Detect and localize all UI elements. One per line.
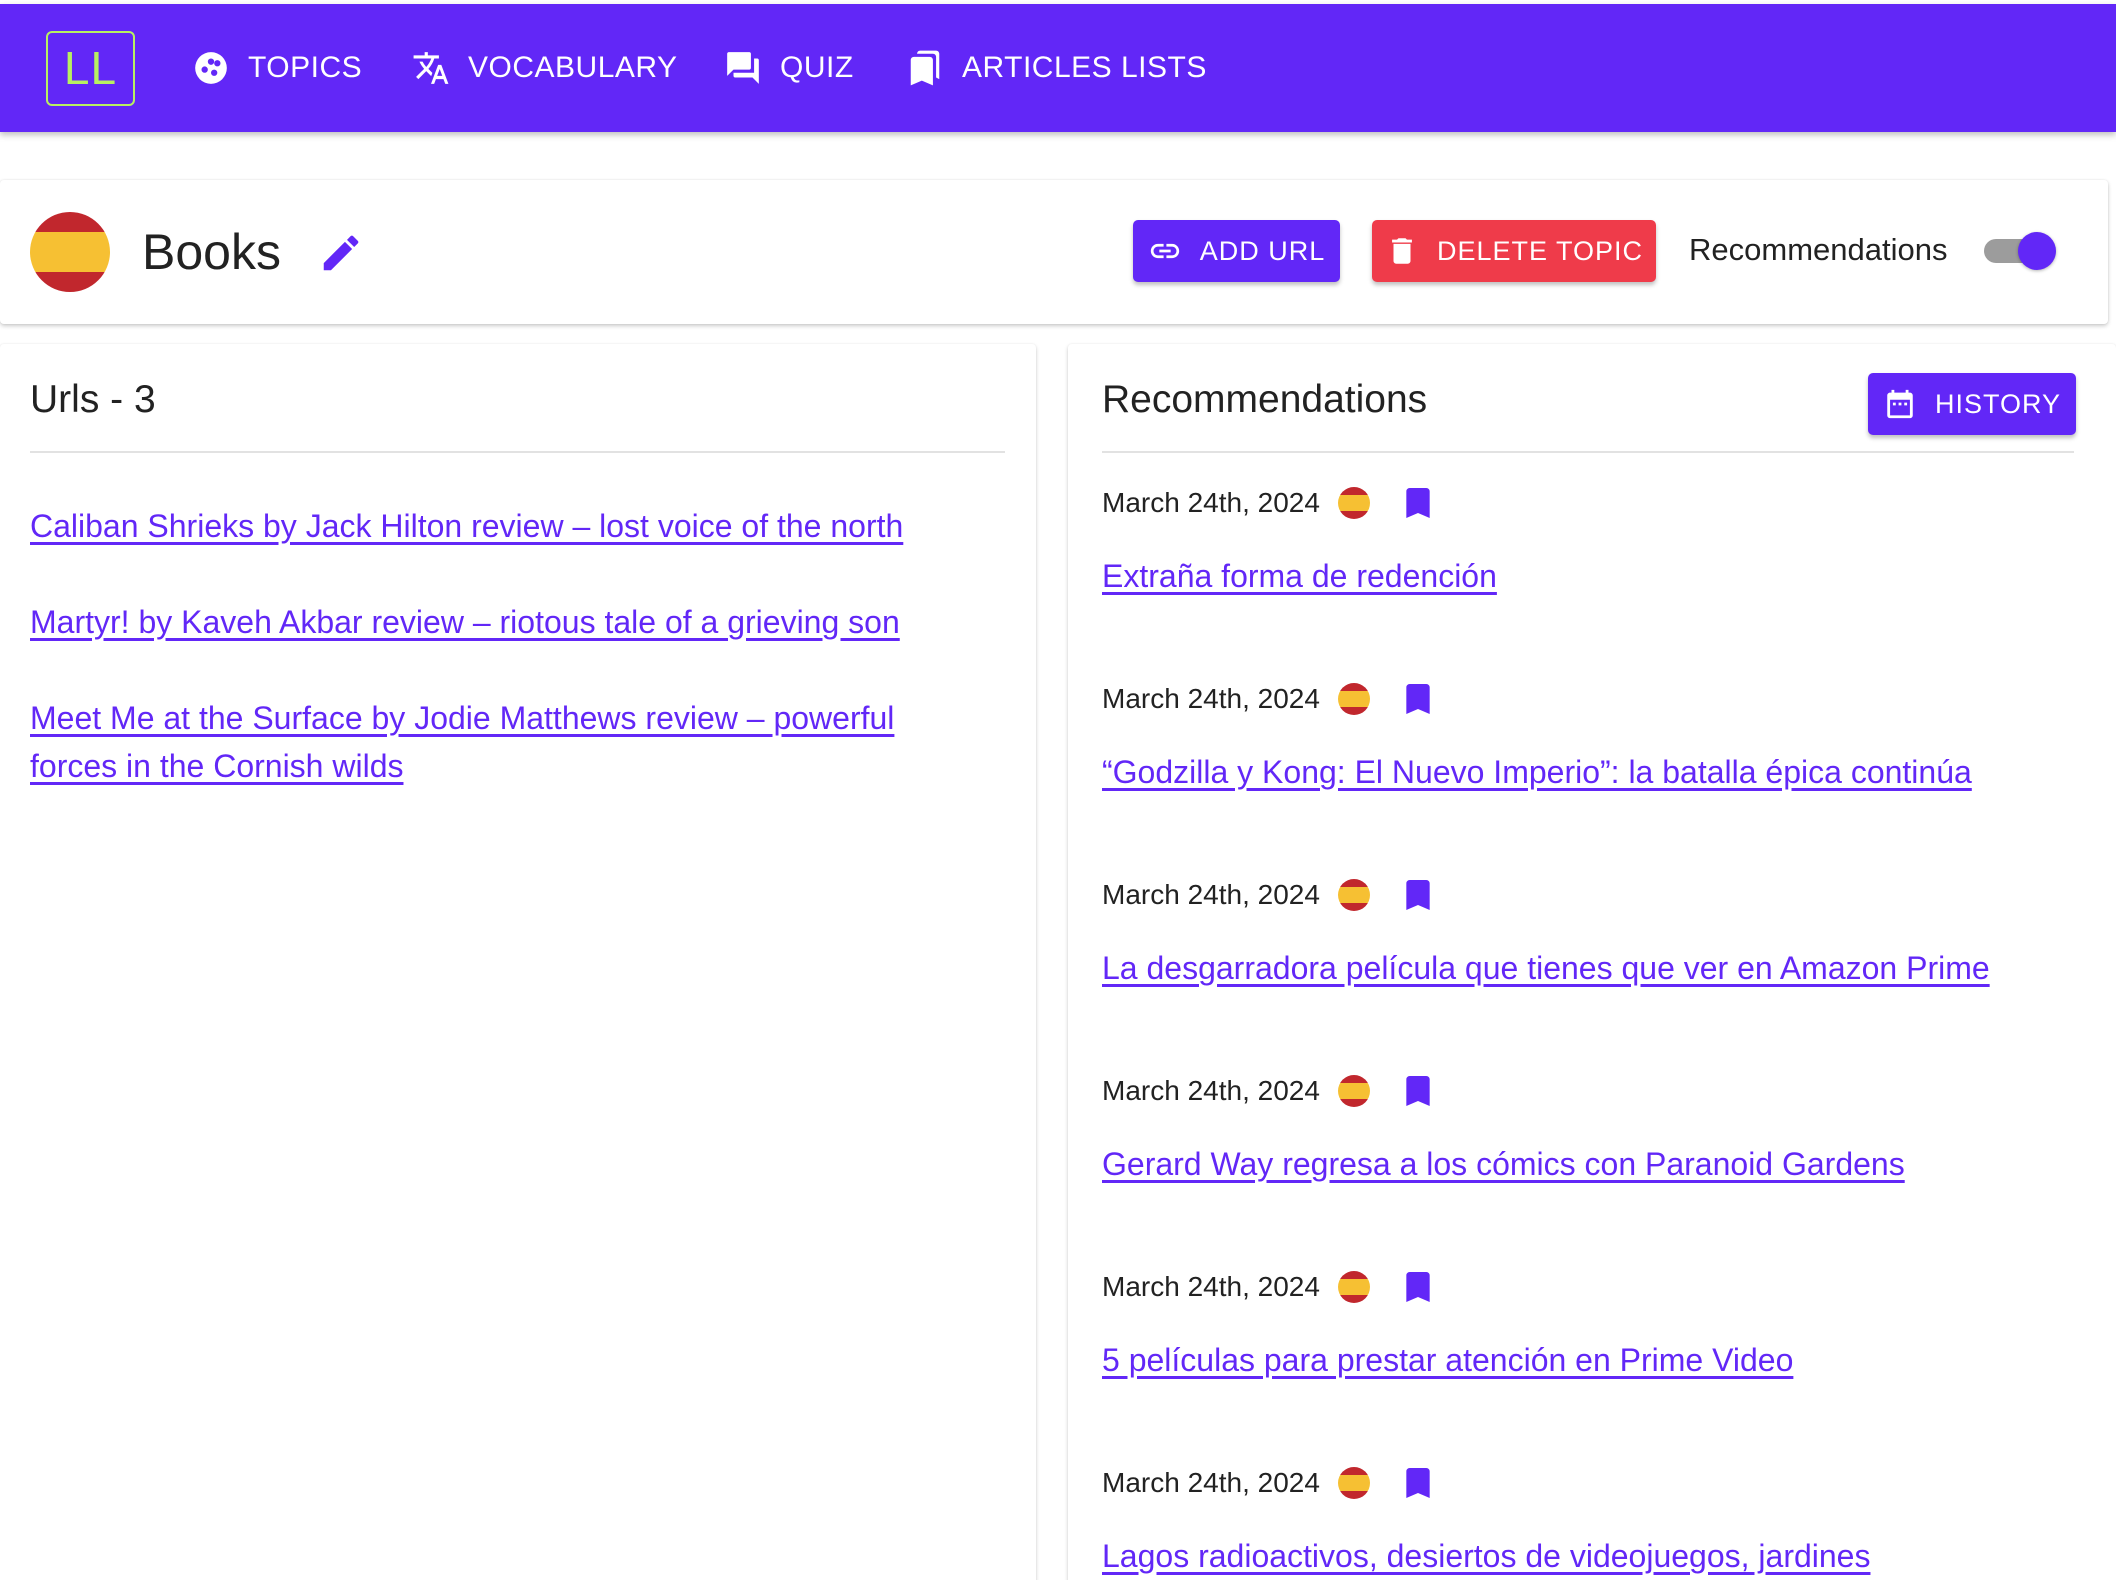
recommendation-meta: March 24th, 2024 — [1102, 480, 1438, 526]
recommendation-date: March 24th, 2024 — [1102, 487, 1320, 518]
recommendation-date: March 24th, 2024 — [1102, 683, 1320, 714]
spain-flag-icon — [1337, 683, 1370, 715]
bookmark-icon — [1406, 1272, 1430, 1302]
recommendation-item: Lagos radioactivos, desiertos de videoju… — [1102, 1532, 2082, 1580]
spain-flag-icon — [1337, 879, 1370, 911]
recommendation-link[interactable]: Gerard Way regresa a los cómics con Para… — [1102, 1146, 1905, 1182]
nav-articles-label: ARTICLES LISTS — [962, 51, 1207, 84]
bookmark-button[interactable] — [1398, 679, 1438, 719]
delete-topic-button[interactable]: DELETE TOPIC — [1372, 220, 1656, 282]
pencil-icon — [323, 235, 359, 271]
topic-title: Books — [142, 224, 281, 280]
history-button[interactable]: HISTORY — [1868, 373, 2076, 435]
add-url-button[interactable]: ADD URL — [1133, 220, 1340, 282]
recommendation-date: March 24th, 2024 — [1102, 1271, 1320, 1302]
nav-quiz-label: QUIZ — [780, 51, 854, 84]
spain-flag-icon — [1337, 1467, 1370, 1499]
chat-icon — [727, 52, 759, 84]
nav-topics[interactable]: TOPICS — [192, 4, 362, 132]
url-link[interactable]: Martyr! by Kaveh Akbar review – riotous … — [30, 604, 900, 640]
nav-topics-label: TOPICS — [248, 51, 363, 84]
urls-divider — [30, 451, 1005, 453]
bookmark-button[interactable] — [1398, 1267, 1438, 1307]
recommendation-date: March 24th, 2024 — [1102, 879, 1320, 910]
recommendation-item: “Godzilla y Kong: El Nuevo Imperio”: la … — [1102, 748, 2082, 796]
url-item: Meet Me at the Surface by Jodie Matthews… — [30, 694, 950, 790]
urls-panel: Urls - 3 Caliban Shrieks by Jack Hilton … — [0, 344, 1036, 1580]
bookmark-button[interactable] — [1398, 1071, 1438, 1111]
recommendation-link[interactable]: La desgarradora película que tienes que … — [1102, 950, 1990, 986]
recommendation-item: Extraña forma de redención — [1102, 552, 2082, 600]
nav-articles-lists[interactable]: ARTICLES LISTS — [906, 4, 1207, 132]
recommendation-item: 5 películas para prestar atención en Pri… — [1102, 1336, 2082, 1384]
bookmark-icon — [1406, 880, 1430, 910]
urls-title: Urls - 3 — [30, 378, 156, 421]
url-link[interactable]: Meet Me at the Surface by Jodie Matthews… — [30, 700, 894, 784]
url-item: Caliban Shrieks by Jack Hilton review – … — [30, 502, 950, 550]
link-icon — [1150, 243, 1179, 259]
recommendation-meta: March 24th, 2024 — [1102, 1460, 1438, 1506]
recommendation-link[interactable]: Lagos radioactivos, desiertos de videoju… — [1102, 1538, 1870, 1574]
recommendation-date: March 24th, 2024 — [1102, 1467, 1320, 1498]
bookmark-button[interactable] — [1398, 875, 1438, 915]
history-label: HISTORY — [1934, 388, 2062, 419]
app-logo[interactable]: LL — [46, 31, 135, 106]
recommendation-date: March 24th, 2024 — [1102, 1075, 1320, 1106]
edit-topic-button[interactable] — [318, 230, 364, 276]
bookmark-icon — [1406, 684, 1430, 714]
bookmark-icon — [1406, 1076, 1430, 1106]
recommendation-item: Gerard Way regresa a los cómics con Para… — [1102, 1140, 2082, 1188]
recommendation-link[interactable]: 5 películas para prestar atención en Pri… — [1102, 1342, 1793, 1378]
recommendations-divider — [1102, 451, 2074, 453]
calendar-icon — [1887, 389, 1913, 419]
recommendation-meta: March 24th, 2024 — [1102, 1264, 1438, 1310]
nav-vocabulary[interactable]: VOCABULARY — [412, 4, 678, 132]
trash-icon — [1392, 238, 1412, 264]
recommendation-link[interactable]: “Godzilla y Kong: El Nuevo Imperio”: la … — [1102, 754, 1972, 790]
bookmark-button[interactable] — [1398, 1463, 1438, 1503]
topics-icon — [195, 52, 227, 84]
recommendation-meta: March 24th, 2024 — [1102, 1068, 1438, 1114]
spain-flag-icon — [1337, 1271, 1370, 1303]
url-link[interactable]: Caliban Shrieks by Jack Hilton review – … — [30, 508, 903, 544]
spain-flag-icon — [1337, 1075, 1370, 1107]
recommendation-link[interactable]: Extraña forma de redención — [1102, 558, 1497, 594]
bookmark-icon — [1406, 1468, 1430, 1498]
nav-quiz[interactable]: QUIZ — [724, 4, 854, 132]
recommendation-meta: March 24th, 2024 — [1102, 676, 1438, 722]
spain-flag-icon — [30, 212, 110, 292]
recommendations-panel: Recommendations HISTORY March 24th, 2024… — [1068, 344, 2116, 1580]
recommendations-toggle-label: Recommendations — [1689, 232, 1948, 267]
add-url-label: ADD URL — [1199, 235, 1326, 266]
url-item: Martyr! by Kaveh Akbar review – riotous … — [30, 598, 950, 646]
recommendations-title: Recommendations — [1102, 378, 1428, 421]
recommendation-item: La desgarradora película que tienes que … — [1102, 944, 2082, 992]
bookmark-button[interactable] — [1398, 483, 1438, 523]
nav-vocabulary-label: VOCABULARY — [468, 51, 678, 84]
translate-icon — [413, 52, 449, 84]
top-app-bar: LL TOPICS VOCABULARY QUIZ ARTICLES LISTS — [0, 4, 2116, 132]
delete-topic-label: DELETE TOPIC — [1436, 235, 1644, 266]
bookmark-icon — [1406, 488, 1430, 518]
bookmarks-icon — [910, 50, 940, 86]
topic-header: Books ADD URL DELETE TOPIC Recommendatio… — [0, 180, 2108, 324]
toggle-thumb — [2018, 232, 2056, 270]
spain-flag-icon — [1337, 487, 1370, 519]
recommendation-meta: March 24th, 2024 — [1102, 872, 1438, 918]
recommendations-toggle[interactable] — [1982, 228, 2060, 274]
